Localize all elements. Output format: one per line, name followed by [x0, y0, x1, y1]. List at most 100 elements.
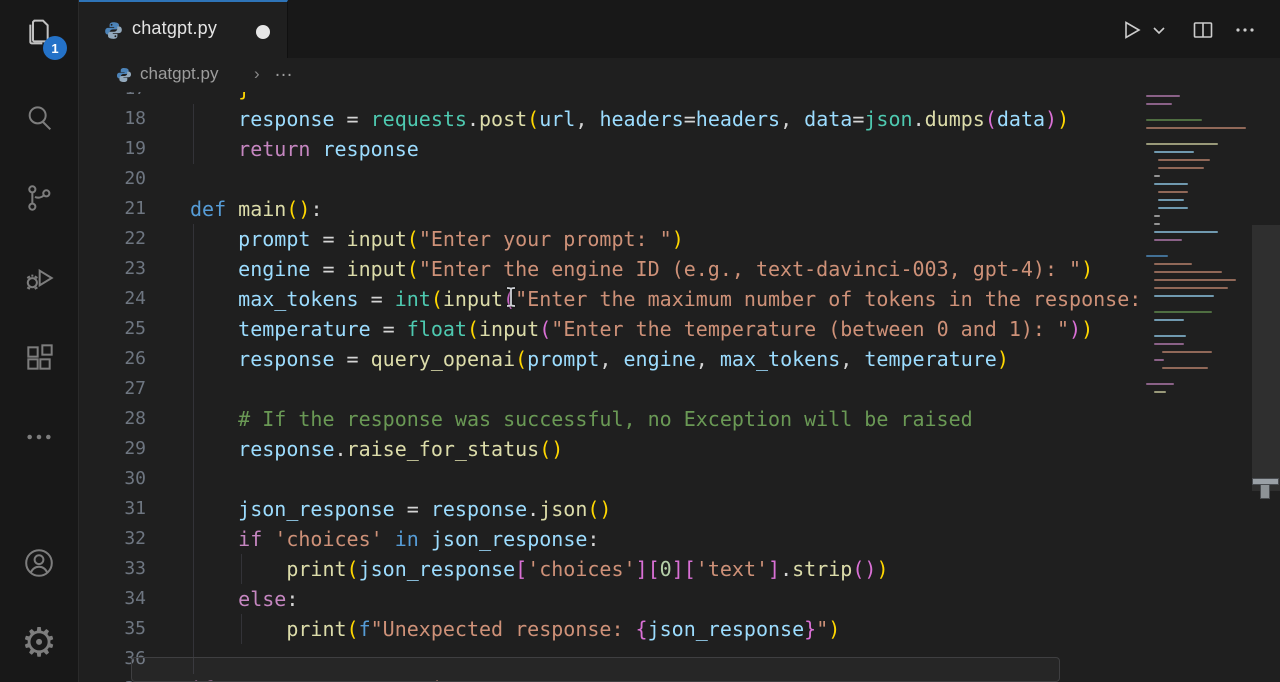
- minimap[interactable]: [1140, 92, 1253, 682]
- explorer-badge: 1: [43, 36, 67, 60]
- code-line-23[interactable]: 23 engine = input("Enter the engine ID (…: [78, 254, 1140, 284]
- run-debug-icon[interactable]: [15, 254, 63, 302]
- python-file-icon: [104, 21, 123, 40]
- run-python-file-icon[interactable]: [1118, 17, 1144, 43]
- minimap-line: [1146, 119, 1202, 121]
- minimap-line: [1154, 231, 1218, 233]
- search-icon[interactable]: [15, 94, 63, 142]
- code-line-19[interactable]: 19 return response: [78, 134, 1140, 164]
- line-number: 23: [78, 254, 146, 284]
- tab-chatgpt-py[interactable]: chatgpt.py: [78, 0, 288, 58]
- code-line-27[interactable]: 27: [78, 374, 1140, 404]
- code-line-28[interactable]: 28 # If the response was successful, no …: [78, 404, 1140, 434]
- tab-label: chatgpt.py: [132, 18, 217, 39]
- minimap-line: [1154, 343, 1184, 345]
- minimap-line: [1154, 183, 1188, 185]
- code-line-17[interactable]: 17 }: [78, 92, 1140, 104]
- minimap-line: [1154, 287, 1228, 289]
- activity-bar: 1 ⚙: [0, 0, 79, 682]
- breadcrumb-symbol-more[interactable]: …: [274, 60, 294, 82]
- minimap-line: [1146, 127, 1246, 129]
- minimap-line: [1154, 151, 1194, 153]
- indent-guide: [193, 224, 194, 674]
- minimap-line: [1162, 351, 1212, 353]
- indent-guide: [241, 554, 242, 584]
- minimap-line: [1154, 215, 1160, 217]
- line-number: 18: [78, 104, 146, 134]
- minimap-line: [1158, 207, 1188, 209]
- line-number: 27: [78, 374, 146, 404]
- settings-gear-icon[interactable]: ⚙: [15, 619, 63, 667]
- explorer-icon[interactable]: 1: [15, 8, 63, 56]
- indent-guide: [193, 104, 194, 164]
- line-number: 22: [78, 224, 146, 254]
- breadcrumb: chatgpt.py › …: [78, 58, 1280, 92]
- line-number: 32: [78, 524, 146, 554]
- minimap-line: [1154, 239, 1182, 241]
- line-number: 35: [78, 614, 146, 644]
- more-views-icon[interactable]: [15, 413, 63, 461]
- code-line-20[interactable]: 20: [78, 164, 1140, 194]
- python-file-icon-small: [116, 67, 132, 83]
- minimap-line: [1146, 95, 1180, 97]
- minimap-line: [1158, 191, 1188, 193]
- code-line-24[interactable]: 24 max_tokens = int(input("Enter the max…: [78, 284, 1140, 314]
- minimap-line: [1162, 367, 1208, 369]
- vertical-scrollbar[interactable]: [1252, 225, 1280, 491]
- mouse-ibeam-cursor: [504, 286, 518, 308]
- minimap-line: [1154, 311, 1212, 313]
- code-line-33[interactable]: 33 print(json_response['choices'][0]['te…: [78, 554, 1140, 584]
- line-number: 31: [78, 494, 146, 524]
- line-number: 20: [78, 164, 146, 194]
- line-number: 30: [78, 464, 146, 494]
- line-number: 25: [78, 314, 146, 344]
- code-line-32[interactable]: 32 if 'choices' in json_response:: [78, 524, 1140, 554]
- extensions-icon[interactable]: [15, 334, 63, 382]
- minimap-line: [1154, 263, 1192, 265]
- tab-bar: chatgpt.py: [78, 0, 1280, 58]
- code-line-26[interactable]: 26 response = query_openai(prompt, engin…: [78, 344, 1140, 374]
- code-line-25[interactable]: 25 temperature = float(input("Enter the …: [78, 314, 1140, 344]
- current-line-highlight: [131, 657, 1060, 682]
- more-actions-icon[interactable]: [1232, 17, 1258, 43]
- minimap-line: [1154, 223, 1160, 225]
- chevron-down-icon[interactable]: [1146, 17, 1172, 43]
- code-line-18[interactable]: 18 response = requests.post(url, headers…: [78, 104, 1140, 134]
- minimap-line: [1146, 255, 1168, 257]
- editor-group: chatgpt.py chatgpt.py › … 17: [78, 0, 1280, 682]
- code-line-34[interactable]: 34 else:: [78, 584, 1140, 614]
- minimap-line: [1158, 199, 1184, 201]
- pointer-overlay-cursor: [1252, 478, 1279, 499]
- breadcrumb-file[interactable]: chatgpt.py: [140, 64, 218, 84]
- modified-dot-icon[interactable]: [256, 25, 270, 39]
- code-line-31[interactable]: 31 json_response = response.json(): [78, 494, 1140, 524]
- line-number: 24: [78, 284, 146, 314]
- line-number: 34: [78, 584, 146, 614]
- line-number: 21: [78, 194, 146, 224]
- minimap-line: [1158, 167, 1204, 169]
- code-line-35[interactable]: 35 print(f"Unexpected response: {json_re…: [78, 614, 1140, 644]
- minimap-line: [1154, 391, 1166, 393]
- minimap-line: [1154, 319, 1184, 321]
- code-line-21[interactable]: 21def main():: [78, 194, 1140, 224]
- minimap-line: [1154, 335, 1186, 337]
- line-number: 28: [78, 404, 146, 434]
- code-line-22[interactable]: 22 prompt = input("Enter your prompt: "): [78, 224, 1140, 254]
- indent-guide: [241, 614, 242, 644]
- code-line-30[interactable]: 30: [78, 464, 1140, 494]
- minimap-line: [1154, 359, 1164, 361]
- account-icon[interactable]: [15, 539, 63, 587]
- breadcrumb-chevron-icon: ›: [254, 64, 260, 84]
- minimap-line: [1146, 383, 1174, 385]
- source-control-icon[interactable]: [15, 174, 63, 222]
- code-editor[interactable]: 17 }18 response = requests.post(url, hea…: [78, 92, 1280, 682]
- split-editor-icon[interactable]: [1190, 17, 1216, 43]
- minimap-line: [1154, 295, 1214, 297]
- line-number: 33: [78, 554, 146, 584]
- code-line-29[interactable]: 29 response.raise_for_status(): [78, 434, 1140, 464]
- minimap-line: [1154, 271, 1222, 273]
- minimap-line: [1158, 159, 1210, 161]
- minimap-line: [1146, 103, 1172, 105]
- line-number: 17: [78, 92, 146, 104]
- line-number: 26: [78, 344, 146, 374]
